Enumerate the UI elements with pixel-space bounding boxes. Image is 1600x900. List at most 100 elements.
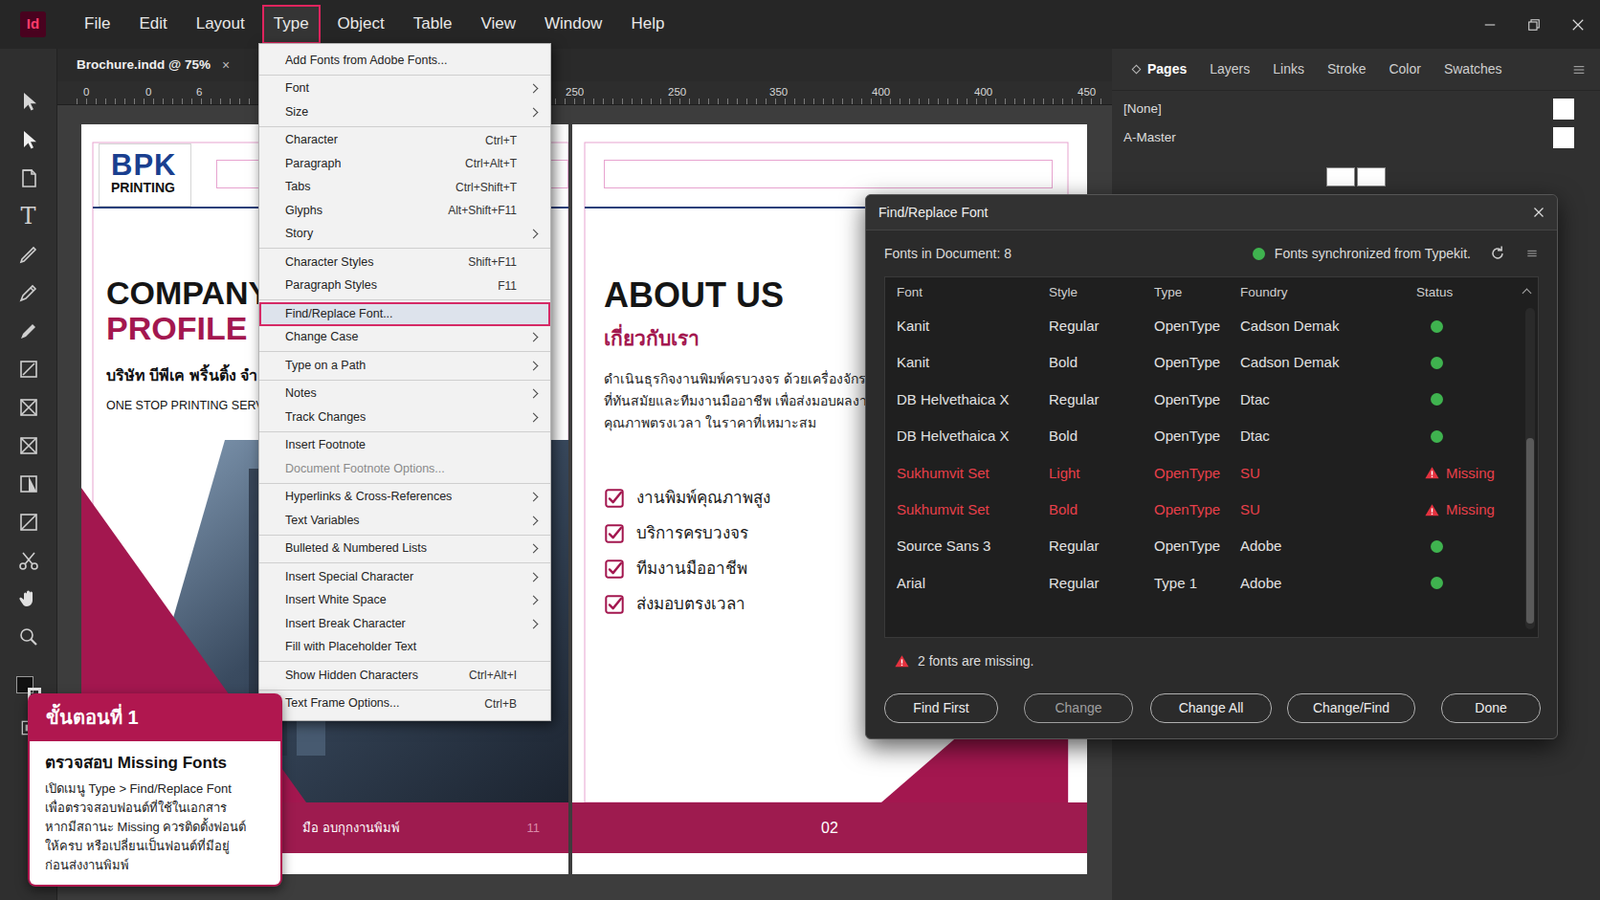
panel-tab[interactable]: Layers (1198, 55, 1262, 84)
panel-tab[interactable]: Links (1261, 55, 1316, 84)
menu-item-highlight[interactable]: Character StylesShift+F11 (259, 250, 551, 275)
font-row[interactable]: KanitBoldOpenTypeCadson Demak (885, 344, 1538, 381)
font-type[interactable]: OpenType (1154, 389, 1241, 412)
type-menu-item[interactable]: Insert Special Character (259, 565, 551, 590)
menu-item-label[interactable]: Insert Footnote (285, 436, 366, 455)
type-menu-item[interactable]: Change Case (259, 326, 551, 351)
type-menu-item[interactable]: Type on a Path (259, 354, 551, 378)
menu-item-label[interactable]: Type on a Path (285, 356, 366, 376)
zoom-tool-icon[interactable] (16, 624, 42, 649)
type-menu-item[interactable]: Show Hidden CharactersCtrl+Alt+I (259, 664, 551, 689)
menu-item-highlight[interactable]: Notes (259, 382, 551, 407)
master-item[interactable]: A-Master (1111, 123, 1600, 153)
font-row[interactable]: DB Helvethaica XRegularOpenTypeDtac (885, 381, 1538, 419)
menu-item-highlight[interactable]: Find/Replace Font... (259, 302, 551, 327)
restore-icon[interactable] (1511, 0, 1556, 49)
font-style[interactable]: Regular (1048, 535, 1155, 558)
rectangle-tool-icon[interactable] (16, 510, 42, 534)
menu-item-highlight[interactable]: Insert Footnote (259, 434, 551, 459)
font-style[interactable]: Bold (1048, 352, 1155, 375)
type-menu-item[interactable]: Add Fonts from Adobe Fonts... (259, 48, 551, 73)
type-menu-item[interactable]: Text Variables (259, 509, 551, 534)
panel-tab-label[interactable]: Swatches (1444, 59, 1503, 80)
menu-item-highlight[interactable]: TabsCtrl+Shift+T (259, 176, 551, 200)
type-menu-item[interactable]: Paragraph StylesF11 (259, 274, 551, 299)
menu-item-label[interactable]: Paragraph Styles (285, 276, 378, 295)
menu-item-label[interactable]: Insert Special Character (285, 568, 414, 587)
font-type[interactable]: OpenType (1154, 499, 1241, 522)
font-type[interactable]: OpenType (1154, 425, 1241, 448)
font-row[interactable]: DB Helvethaica XBoldOpenTypeDtac (885, 418, 1538, 455)
menu-item-label[interactable]: Fill with Placeholder Text (285, 638, 417, 657)
font-type[interactable]: OpenType (1154, 315, 1241, 338)
master-thumbnail[interactable] (1553, 127, 1575, 149)
font-name[interactable]: Kanit (896, 315, 1049, 338)
menu-item-label[interactable]: Insert Break Character (285, 615, 406, 634)
menu-item-label[interactable]: Paragraph (285, 155, 341, 174)
menubar-item[interactable]: File (72, 4, 122, 44)
type-menu-item[interactable]: Fill with Placeholder Text (259, 636, 551, 661)
refresh-icon[interactable] (1488, 244, 1508, 264)
master-thumbnail[interactable] (1553, 98, 1575, 120)
font-row[interactable]: Sukhumvit SetBoldOpenTypeSUMissing (885, 491, 1538, 529)
document-tab-title[interactable]: Brochure.indd @ 75% (76, 55, 211, 75)
type-menu-item[interactable]: GlyphsAlt+Shift+F11 (259, 199, 551, 223)
document-tab[interactable]: Brochure.indd @ 75%× (57, 48, 1112, 82)
type-menu-item[interactable]: CharacterCtrl+T (259, 129, 551, 154)
scissors-icon[interactable] (16, 548, 42, 573)
panel-tab[interactable]: Pages (1121, 55, 1199, 84)
menu-item-label[interactable]: Text Frame Options... (285, 694, 400, 713)
menu-item-label[interactable]: Notes (285, 384, 317, 403)
type-menu-item[interactable]: Story (259, 222, 551, 247)
hand-tool-icon[interactable] (16, 586, 42, 611)
menu-item-label[interactable]: Size (285, 103, 309, 122)
type-menu-item[interactable]: Hyperlinks & Cross-References (259, 486, 551, 511)
column-header[interactable]: Font (896, 283, 1049, 303)
menu-item-label[interactable]: Tabs (285, 177, 311, 197)
font-name[interactable]: Sukhumvit Set (896, 463, 1049, 486)
menu-item-highlight[interactable]: Paragraph StylesF11 (259, 274, 551, 299)
panel-tab-label[interactable]: Stroke (1327, 59, 1366, 80)
menu-item-highlight[interactable]: Text Variables (259, 509, 551, 534)
panel-tab-label[interactable]: Links (1272, 59, 1305, 80)
font-foundry[interactable]: Adobe (1240, 535, 1417, 558)
page-thumbnail[interactable] (1356, 167, 1386, 187)
menubar-item[interactable]: View (468, 4, 528, 44)
font-name[interactable]: Kanit (896, 352, 1049, 375)
panel-tab-label[interactable]: Pages (1147, 59, 1187, 80)
font-row[interactable]: Source Sans 3RegularOpenTypeAdobe (885, 528, 1538, 565)
table-scrollbar[interactable] (1525, 308, 1535, 630)
menu-item-label[interactable]: Bulleted & Numbered Lists (285, 539, 427, 558)
menubar-item[interactable]: Object (326, 4, 397, 44)
sort-caret-icon[interactable] (1522, 288, 1533, 299)
type-menu-item[interactable]: Find/Replace Font... (259, 302, 551, 327)
font-foundry[interactable]: Cadson Demak (1240, 352, 1417, 375)
menu-item-label[interactable]: Hyperlinks & Cross-References (285, 488, 452, 507)
dialog-button[interactable]: Change/Find (1287, 693, 1416, 724)
menu-item-highlight[interactable]: Insert White Space (259, 589, 551, 614)
type-menu-item[interactable]: Insert Break Character (259, 612, 551, 637)
menu-item-label[interactable]: Insert White Space (285, 591, 387, 610)
type-tool-button[interactable]: T (16, 203, 42, 228)
menu-item-highlight[interactable]: CharacterCtrl+T (259, 129, 551, 154)
font-foundry[interactable]: Adobe (1240, 573, 1417, 596)
type-menu-item[interactable]: TabsCtrl+Shift+T (259, 176, 551, 200)
font-style[interactable]: Bold (1048, 425, 1155, 448)
gradient-swatch-icon[interactable] (16, 471, 42, 496)
font-name[interactable]: DB Helvethaica X (896, 425, 1049, 448)
minimize-icon[interactable] (1467, 0, 1512, 49)
panel-tab[interactable]: Swatches (1432, 55, 1514, 84)
menu-item-label[interactable]: Find/Replace Font... (285, 305, 394, 324)
close-window-icon[interactable] (1555, 0, 1600, 49)
menu-item-highlight[interactable]: Bulleted & Numbered Lists (259, 537, 551, 562)
type-menu-item[interactable]: Font (259, 77, 551, 102)
type-menu-item[interactable]: Text Frame Options...Ctrl+B (259, 692, 551, 717)
font-style[interactable]: Light (1048, 463, 1155, 486)
column-header[interactable]: Style (1048, 283, 1155, 303)
menu-item-label[interactable]: Font (285, 79, 310, 98)
gradient-feather-icon[interactable] (16, 318, 42, 343)
font-foundry[interactable]: SU (1240, 499, 1417, 522)
panel-tab-label[interactable]: Color (1388, 59, 1421, 80)
master-label[interactable]: [None] (1123, 99, 1162, 119)
menu-item-highlight[interactable]: Insert Break Character (259, 612, 551, 637)
